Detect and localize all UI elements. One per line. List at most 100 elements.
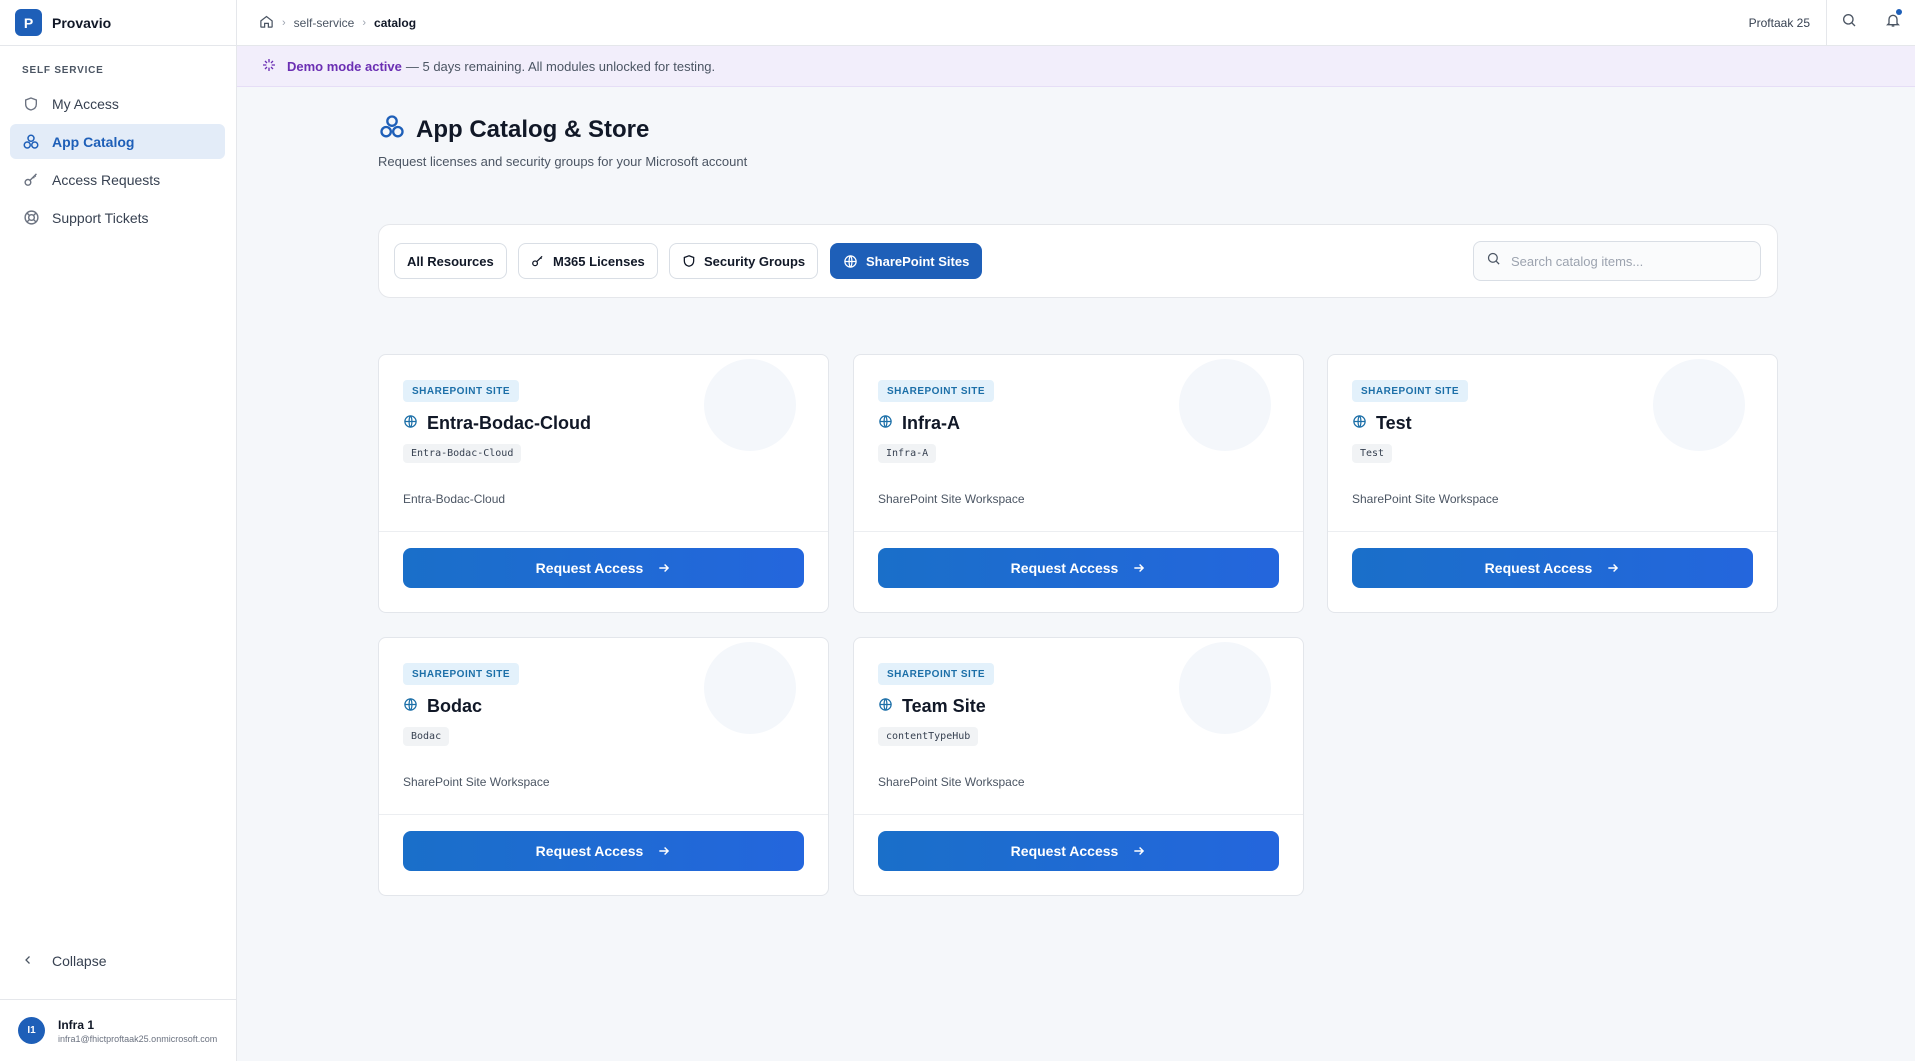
card-divider xyxy=(379,531,828,532)
key-icon xyxy=(531,254,545,268)
sidebar-item-label: Support Tickets xyxy=(52,209,149,226)
card-divider xyxy=(1328,531,1777,532)
button-label: Request Access xyxy=(1010,560,1119,576)
banner-title: Demo mode active xyxy=(287,58,402,74)
card-divider xyxy=(854,531,1303,532)
request-access-button[interactable]: Request Access xyxy=(878,548,1279,588)
arrow-right-icon xyxy=(657,561,671,575)
brand-logo: P xyxy=(15,9,42,36)
button-label: Request Access xyxy=(1010,843,1119,859)
user-email: infra1@fhictproftaak25.onmicrosoft.com xyxy=(58,1033,218,1044)
request-access-button[interactable]: Request Access xyxy=(403,548,804,588)
user-name: Infra 1 xyxy=(58,1017,95,1032)
resource-type-badge: SHAREPOINT SITE xyxy=(403,380,520,402)
card-title: Test xyxy=(1376,413,1412,433)
card-description: Entra-Bodac-Cloud xyxy=(403,492,506,506)
breadcrumb-catalog: catalog xyxy=(374,15,417,30)
search-icon xyxy=(1841,12,1857,33)
page-subtitle: Request licenses and security groups for… xyxy=(378,154,748,169)
button-label: Request Access xyxy=(535,560,644,576)
card-divider xyxy=(379,814,828,815)
card-decoration xyxy=(704,642,796,734)
sidebar: P Provavio SELF SERVICE My Access App Ca… xyxy=(0,0,237,1061)
key-icon xyxy=(22,171,40,189)
catalog-card: SHAREPOINT SITE Team Site contentTypeHub… xyxy=(853,637,1304,896)
arrow-right-icon xyxy=(1132,561,1146,575)
card-description: SharePoint Site Workspace xyxy=(878,775,1025,789)
request-access-button[interactable]: Request Access xyxy=(878,831,1279,871)
card-decoration xyxy=(1179,642,1271,734)
bell-icon xyxy=(1885,12,1901,33)
sidebar-item-access-requests[interactable]: Access Requests xyxy=(10,162,225,197)
card-title: Entra-Bodac-Cloud xyxy=(427,413,591,433)
card-decoration xyxy=(1179,359,1271,451)
resource-id-chip: Infra-A xyxy=(878,444,937,463)
search-button[interactable] xyxy=(1827,0,1871,46)
notification-dot xyxy=(1896,8,1902,15)
filter-all-resources[interactable]: All Resources xyxy=(394,243,507,279)
catalog-search[interactable] xyxy=(1473,241,1761,281)
button-label: Request Access xyxy=(535,843,644,859)
chevron-right-icon: › xyxy=(362,16,367,29)
resource-id-chip: Bodac xyxy=(403,727,450,746)
arrow-right-icon xyxy=(657,844,671,858)
avatar: I1 xyxy=(18,1017,45,1044)
sidebar-section-label: SELF SERVICE xyxy=(22,65,104,76)
request-access-button[interactable]: Request Access xyxy=(1352,548,1753,588)
catalog-icon xyxy=(22,133,40,151)
lifebuoy-icon xyxy=(22,209,40,227)
collapse-button[interactable]: Collapse xyxy=(22,953,106,969)
catalog-card: SHAREPOINT SITE Test Test SharePoint Sit… xyxy=(1327,354,1778,613)
breadcrumb-self-service[interactable]: self-service xyxy=(294,16,355,30)
card-decoration xyxy=(704,359,796,451)
arrow-right-icon xyxy=(1606,561,1620,575)
home-icon[interactable] xyxy=(259,14,274,32)
sidebar-item-my-access[interactable]: My Access xyxy=(10,86,225,121)
sidebar-item-label: My Access xyxy=(52,95,119,112)
resource-id-chip: contentTypeHub xyxy=(878,727,979,746)
card-description: SharePoint Site Workspace xyxy=(878,492,1025,506)
collapse-label: Collapse xyxy=(52,953,107,969)
sidebar-item-label: Access Requests xyxy=(52,171,161,188)
demo-banner: Demo mode active — 5 days remaining. All… xyxy=(237,46,1915,87)
chevron-left-icon xyxy=(22,953,34,969)
chip-label: M365 Licenses xyxy=(553,253,645,269)
resource-type-badge: SHAREPOINT SITE xyxy=(403,663,520,685)
brand[interactable]: P Provavio xyxy=(0,0,236,46)
sidebar-item-label: App Catalog xyxy=(52,133,135,150)
sidebar-item-app-catalog[interactable]: App Catalog xyxy=(10,124,225,159)
globe-icon xyxy=(403,697,418,717)
filter-sharepoint-sites[interactable]: SharePoint Sites xyxy=(830,243,983,279)
globe-icon xyxy=(878,697,893,717)
catalog-icon xyxy=(378,113,406,146)
button-label: Request Access xyxy=(1484,560,1593,576)
card-title: Infra-A xyxy=(902,413,960,433)
sidebar-item-support-tickets[interactable]: Support Tickets xyxy=(10,200,225,235)
chip-label: SharePoint Sites xyxy=(866,253,970,269)
request-access-button[interactable]: Request Access xyxy=(403,831,804,871)
card-title: Bodac xyxy=(427,696,483,716)
globe-icon xyxy=(403,414,418,434)
filter-security-groups[interactable]: Security Groups xyxy=(669,243,819,279)
card-decoration xyxy=(1653,359,1745,451)
card-divider xyxy=(854,814,1303,815)
chip-label: Security Groups xyxy=(704,253,806,269)
catalog-card: SHAREPOINT SITE Infra-A Infra-A SharePoi… xyxy=(853,354,1304,613)
filter-m365-licenses[interactable]: M365 Licenses xyxy=(518,243,658,279)
resource-type-badge: SHAREPOINT SITE xyxy=(1352,380,1469,402)
topbar: › self-service › catalog Proftaak 25 xyxy=(237,0,1915,46)
catalog-card: SHAREPOINT SITE Entra-Bodac-Cloud Entra-… xyxy=(378,354,829,613)
card-description: SharePoint Site Workspace xyxy=(1352,492,1499,506)
page-title: App Catalog & Store xyxy=(416,115,650,143)
search-input[interactable] xyxy=(1511,253,1741,269)
arrow-right-icon xyxy=(1132,844,1146,858)
tenant-name: Proftaak 25 xyxy=(1749,0,1827,46)
resource-id-chip: Test xyxy=(1352,444,1393,463)
search-icon xyxy=(1486,251,1501,271)
notifications-button[interactable] xyxy=(1871,0,1915,46)
filter-bar: All Resources M365 Licenses Security Gro… xyxy=(378,224,1778,298)
breadcrumb: › self-service › catalog xyxy=(259,14,416,32)
user-profile[interactable]: I1 Infra 1 infra1@fhictproftaak25.onmicr… xyxy=(0,999,236,1061)
banner-text: — 5 days remaining. All modules unlocked… xyxy=(405,58,716,74)
card-description: SharePoint Site Workspace xyxy=(403,775,550,789)
